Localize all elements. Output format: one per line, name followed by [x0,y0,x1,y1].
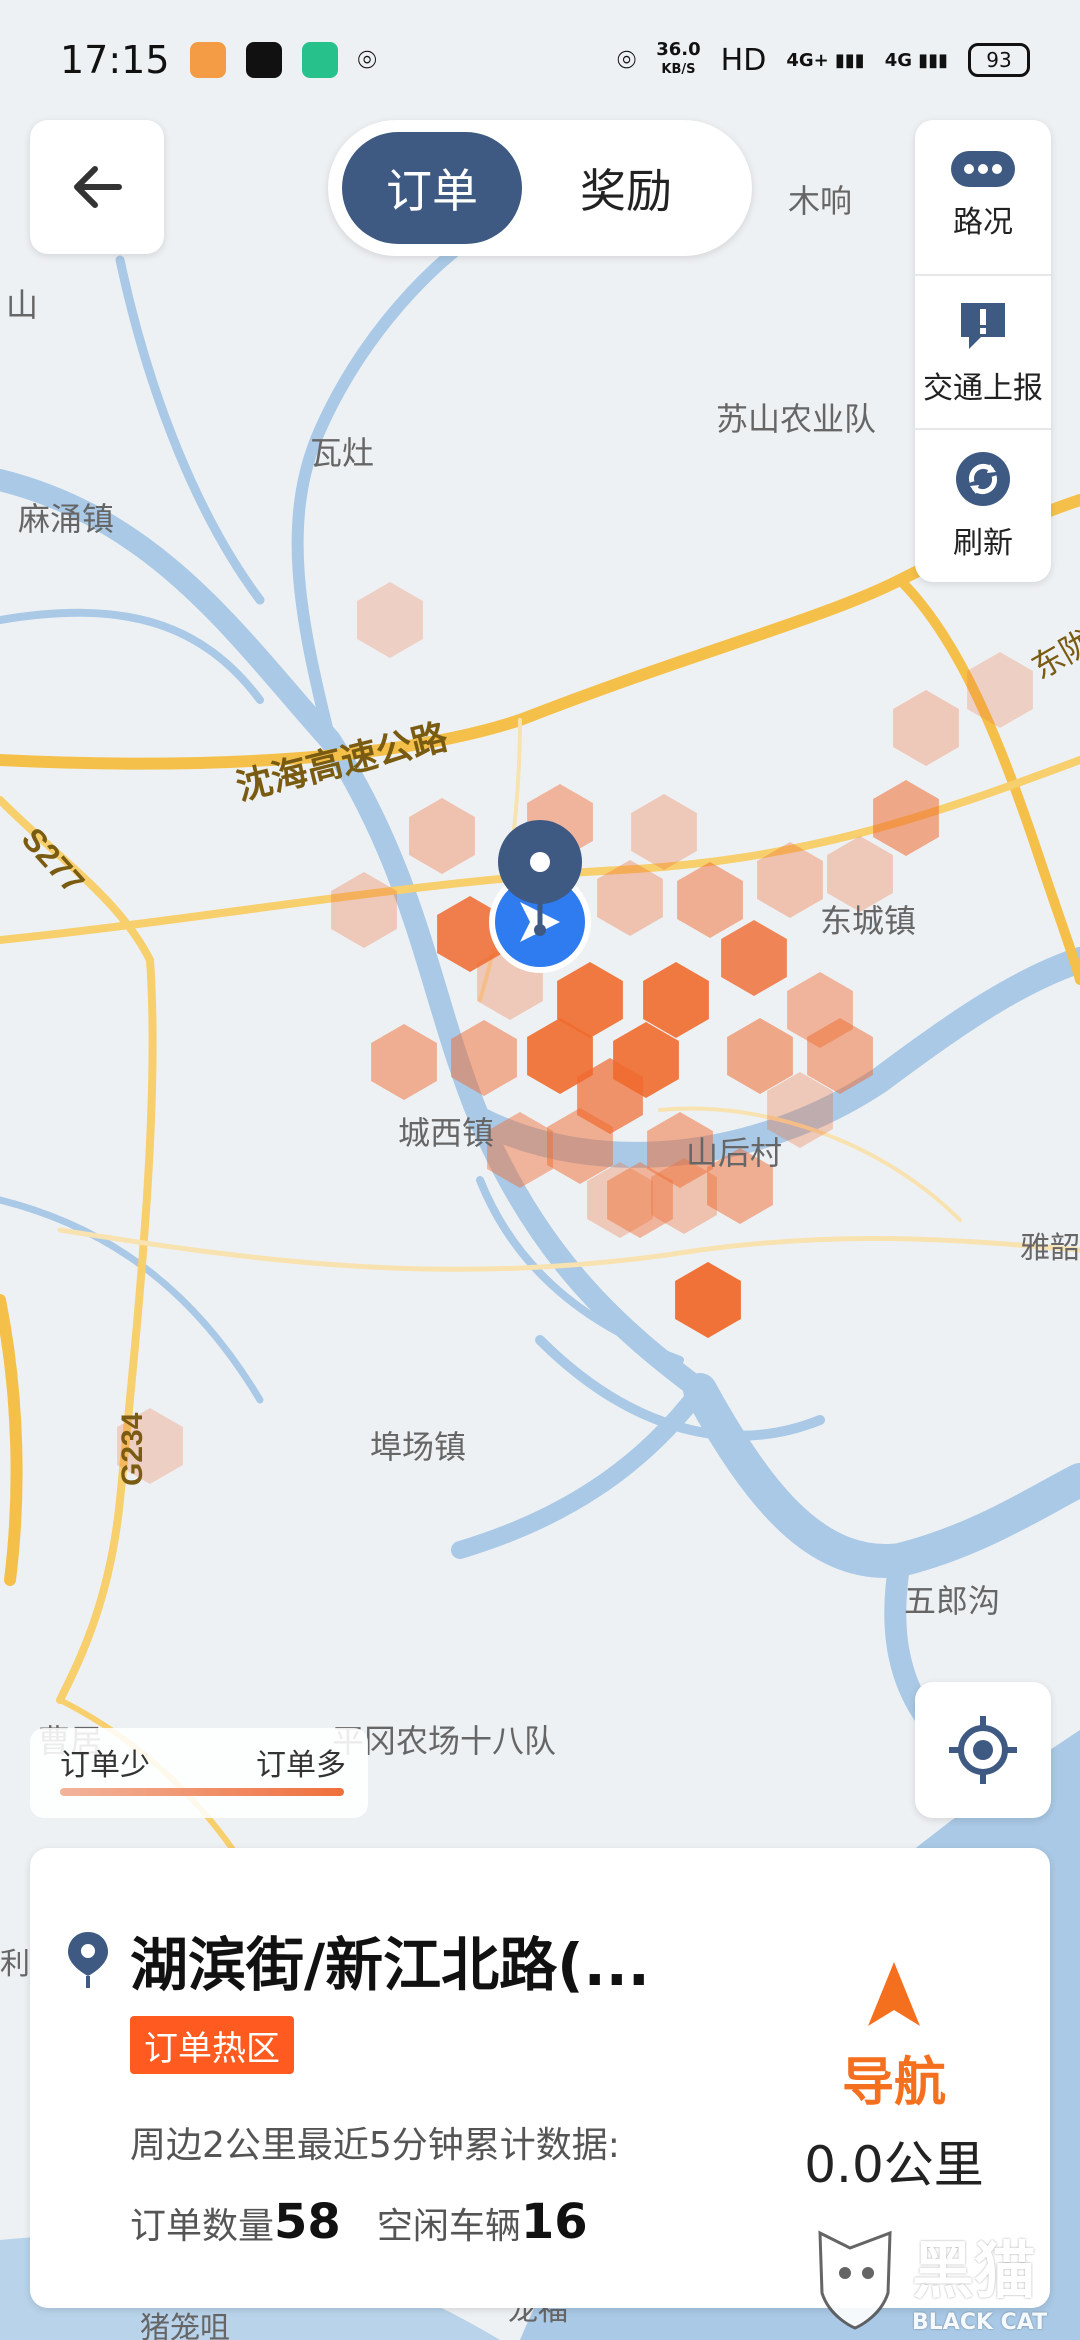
signal-4g: 4G ▮▮▮ [884,49,948,71]
order-count-value: 58 [274,2194,341,2250]
map-label: 雅韶 [1020,1232,1080,1265]
hd-indicator: HD [720,42,767,78]
heat-legend: 订单少 订单多 [30,1728,368,1818]
locate-me-button[interactable] [915,1682,1051,1818]
map-label: 东城镇 [820,903,916,939]
signal-4g-plus: 4G+ ▮▮▮ [786,49,865,71]
map-label: 猪笼咀 [140,2312,230,2340]
place-name: 湖滨街/新江北路(... [130,1931,650,1999]
idle-vehicles-label: 空闲车辆 [376,2206,521,2247]
location-icon: ⌾ [617,40,637,79]
map-label: 麻涌镇 [18,501,114,537]
tab-rewards[interactable]: 奖励 [536,132,716,244]
map-label: 山 [6,287,38,323]
green-app-icon [301,42,338,78]
hot-zone-badge: 订单热区 [130,2016,294,2074]
battery-indicator: 93 [968,43,1030,77]
network-speed: 36.0 KB/S [656,41,700,79]
order-reward-toggle: 订单 奖励 [328,120,752,256]
place-row: 湖滨街/新江北路(... [66,1918,650,2002]
status-time: 17:15 [60,38,170,82]
alert-icon [961,303,1005,349]
map-label: G234 [116,1412,149,1486]
legend-low-label: 订单少 [60,1748,150,1783]
map-label: 五郎沟 [904,1583,1000,1619]
navigate-label: 导航 [841,2053,946,2113]
traffic-button[interactable]: 路况 [915,120,1051,272]
legend-high-label: 订单多 [256,1748,346,1783]
map-label: 埠场镇 [370,1429,466,1465]
refresh-button[interactable]: 刷新 [915,430,1051,582]
location-status-icon: ⌾ [357,40,377,79]
watermark-subtext: BLACK CAT [912,2310,1048,2335]
location-pin-icon [68,1932,108,1988]
idle-vehicles-value: 16 [520,2194,588,2250]
refresh-icon [956,452,1010,506]
stats-row: 订单数量 58 空闲车辆 16 [130,2194,624,2250]
order-count-label: 订单数量 [130,2206,275,2247]
legend-gradient-bar [60,1788,344,1796]
watermark-text: 黑猫 [912,2234,1037,2307]
map-label: 利 [0,1948,30,1981]
tab-orders[interactable]: 订单 [342,132,522,244]
traffic-report-button[interactable]: 交通上报 [915,276,1051,428]
refresh-label: 刷新 [953,526,1013,561]
map-label: 山后村 [686,1135,782,1171]
map-tools-panel: 路况 交通上报 刷新 [915,120,1051,582]
traffic-report-label: 交通上报 [923,371,1043,406]
black-cat-watermark: 黑猫 BLACK CAT [810,2215,1080,2340]
didi-app-icon [189,42,226,78]
status-bar: 17:15 ⌾ ⌾ 36.0 KB/S HD 4G+ ▮▮▮ 4G ▮▮▮ 93 [0,0,1080,120]
map-label: 苏山农业队 [716,401,876,437]
back-button[interactable] [30,120,164,254]
network-speed-unit: KB/S [661,62,696,77]
more-dots-icon [951,151,1015,187]
navigate-distance: 0.0公里 [804,2136,984,2194]
map-label: 木响 [788,183,852,219]
traffic-label: 路况 [953,205,1013,240]
stats-description: 周边2公里最近5分钟累计数据: [130,2125,620,2166]
crosshair-icon [949,1716,1017,1784]
navigate-button[interactable]: 导航 0.0公里 [774,1958,1014,2197]
map-label: 瓦灶 [310,435,374,471]
navigation-arrow-icon [868,1962,920,2026]
map-label: 城西镇 [398,1115,494,1151]
network-speed-value: 36.0 [656,39,701,60]
cat-logo-icon [818,2230,892,2330]
arrow-left-icon [74,166,122,208]
fox-app-icon [245,42,282,78]
